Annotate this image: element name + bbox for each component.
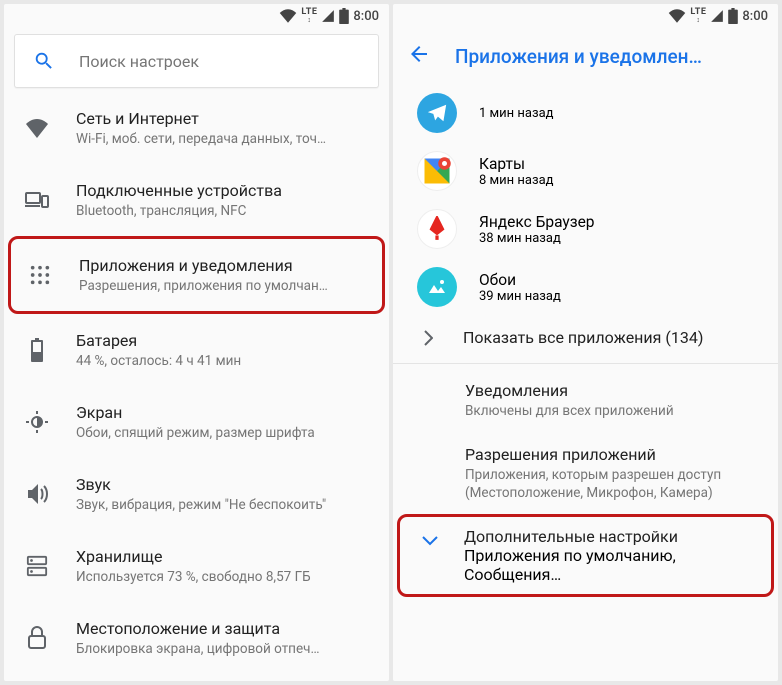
apps-notifications-screen: LTE↕ 8:00 Приложения и уведомлен… 1 мин … (393, 4, 778, 681)
storage-icon (24, 553, 50, 579)
signal-icon (321, 9, 335, 23)
devices-icon (24, 187, 50, 213)
brightness-icon (24, 409, 50, 435)
advanced-settings[interactable]: Дополнительные настройки Приложения по у… (400, 517, 771, 594)
highlight-advanced: Дополнительные настройки Приложения по у… (397, 514, 774, 597)
wifi-icon (668, 9, 686, 23)
battery-icon (728, 8, 738, 24)
setting-sound[interactable]: ЗвукЗвук, вибрация, режим "Не беспокоить… (4, 458, 389, 530)
wifi-icon (24, 115, 50, 141)
status-bar: LTE↕ 8:00 (393, 4, 778, 28)
apps-list: 1 мин назад Карты8 мин назад Яндекс Брау… (393, 84, 778, 681)
setting-display[interactable]: ЭкранОбои, спящий режим, размер шрифта (4, 386, 389, 458)
battery-icon (339, 8, 349, 24)
setting-connected-devices[interactable]: Подключенные устройстваBluetooth, трансл… (4, 164, 389, 236)
section-permissions[interactable]: Разрешения приложений Приложения, которы… (393, 432, 778, 514)
recent-app-maps[interactable]: Карты8 мин назад (393, 142, 778, 200)
recent-app-telegram[interactable]: 1 мин назад (393, 84, 778, 142)
apps-icon (27, 262, 53, 288)
setting-storage[interactable]: ХранилищеИспользуется 73 %, свободно 8,5… (4, 530, 389, 602)
settings-main-screen: LTE↕ 8:00 Поиск настроек Сеть и Интернет… (4, 4, 389, 681)
search-icon (33, 50, 55, 72)
setting-battery[interactable]: Батарея44 %, осталось: 4 ч 41 мин (4, 314, 389, 386)
battery-icon (24, 337, 50, 363)
wallpapers-icon (417, 267, 457, 307)
chevron-down-icon (422, 531, 438, 550)
section-notifications[interactable]: Уведомления Включены для всех приложений (393, 368, 778, 432)
recent-app-yandex[interactable]: Яндекс Браузер38 мин назад (393, 200, 778, 258)
lock-icon (24, 625, 50, 651)
clock: 8:00 (742, 9, 768, 24)
arrow-back-icon (407, 42, 431, 66)
yandex-icon (417, 209, 457, 249)
setting-security[interactable]: Местоположение и защитаБлокировка экрана… (4, 602, 389, 674)
divider (393, 363, 778, 364)
settings-list: Сеть и ИнтернетWi-Fi, моб. сети, передач… (4, 92, 389, 681)
maps-icon (417, 151, 457, 191)
signal-icon (710, 9, 724, 23)
wifi-icon (279, 9, 297, 23)
chevron-right-icon (423, 330, 433, 346)
sound-icon (24, 481, 50, 507)
show-all-apps[interactable]: Показать все приложения (134) (393, 316, 778, 359)
recent-app-wallpapers[interactable]: Обои39 мин назад (393, 258, 778, 316)
setting-network[interactable]: Сеть и ИнтернетWi-Fi, моб. сети, передач… (4, 92, 389, 164)
back-button[interactable] (407, 42, 431, 70)
search-settings[interactable]: Поиск настроек (14, 34, 379, 88)
highlight-apps: Приложения и уведомленияРазрешения, прил… (8, 236, 385, 314)
telegram-icon (417, 93, 457, 133)
setting-apps-notifications[interactable]: Приложения и уведомленияРазрешения, прил… (11, 239, 382, 311)
search-placeholder: Поиск настроек (79, 52, 199, 71)
status-bar: LTE↕ 8:00 (4, 4, 389, 28)
lte-indicator: LTE↕ (301, 8, 317, 24)
lte-indicator: LTE↕ (690, 8, 706, 24)
clock: 8:00 (353, 9, 379, 24)
app-bar: Приложения и уведомлен… (393, 28, 778, 84)
page-title: Приложения и уведомлен… (455, 45, 702, 68)
